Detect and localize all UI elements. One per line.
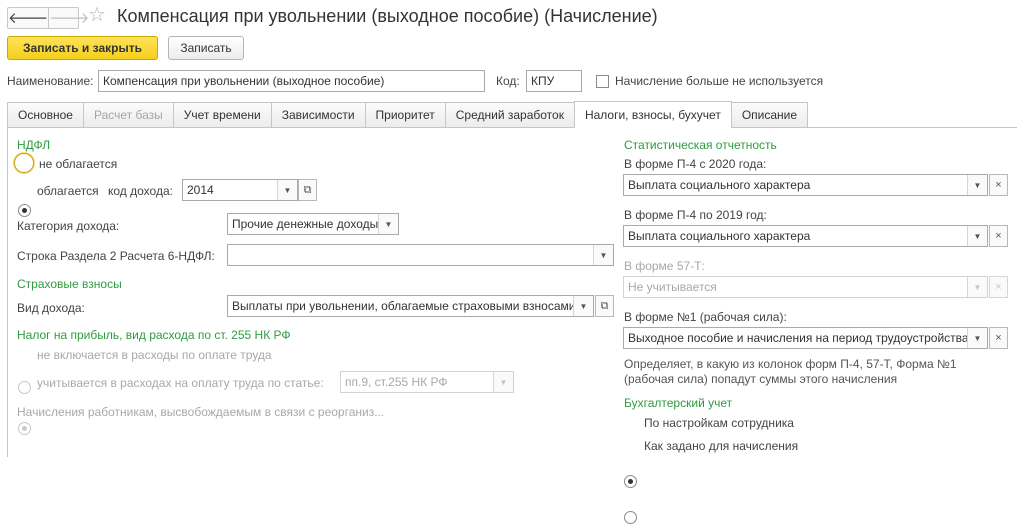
f57t-dropdown-icon[interactable]: ▼ [967, 277, 987, 297]
code-field[interactable]: КПУ [526, 70, 582, 92]
profit-tax-section-title: Налог на прибыль, вид расхода по ст. 255… [17, 328, 291, 342]
income-code-open-icon[interactable]: ⧉ [298, 179, 317, 201]
ndfl-taxed-label: облагается [37, 184, 99, 198]
name-value: Компенсация при увольнении (выходное пос… [103, 74, 385, 88]
income-category-dropdown-icon[interactable]: ▼ [378, 214, 398, 234]
name-field[interactable]: Компенсация при увольнении (выходное пос… [98, 70, 485, 92]
unused-label: Начисление больше не используется [615, 74, 824, 88]
income-category-value: Прочие денежные доходы [232, 217, 378, 231]
tab-time-accounting[interactable]: Учет времени [172, 102, 272, 127]
tab-main[interactable]: Основное [7, 102, 84, 127]
tab-taxes[interactable]: Налоги, взносы, бухучет [573, 101, 732, 128]
by-employee-label: По настройкам сотрудника [644, 416, 794, 430]
save-and-close-button[interactable]: Записать и закрыть [7, 36, 158, 60]
tab-base-calculation[interactable]: Расчет базы [82, 102, 174, 127]
insurance-section-title: Страховые взносы [17, 277, 122, 291]
income-type-open-icon[interactable]: ⧉ [595, 295, 614, 317]
included-label: учитывается в расходах на оплату труда п… [37, 376, 324, 390]
forward-arrow-icon[interactable]: 🡒 [49, 8, 89, 28]
income-type-label: Вид дохода: [17, 301, 85, 315]
expense-article-dropdown-icon[interactable]: ▼ [493, 372, 513, 392]
p4-2019-value: Выплата социального характера [628, 229, 811, 243]
code-value: КПУ [531, 74, 555, 88]
save-button[interactable]: Записать [168, 36, 244, 60]
income-code-dropdown-icon[interactable]: ▼ [277, 180, 297, 200]
p4-2019-field[interactable]: Выплата социального характера ▼ [623, 225, 988, 247]
p4-2020-dropdown-icon[interactable]: ▼ [967, 175, 987, 195]
f57t-value: Не учитывается [628, 280, 717, 294]
tab-dependencies[interactable]: Зависимости [270, 102, 366, 127]
navigation-buttons: 🡐 🡒 [7, 7, 89, 29]
expense-article-field[interactable]: пп.9, ст.255 НК РФ ▼ [340, 371, 514, 393]
p4-2020-field[interactable]: Выплата социального характера ▼ [623, 174, 988, 196]
window-title: Компенсация при увольнении (выходное пос… [117, 6, 658, 26]
unused-checkbox[interactable] [596, 75, 609, 88]
f1-label: В форме №1 (рабочая сила): [624, 310, 787, 324]
tab-bar: Основное Расчет базы Учет времени Зависи… [7, 101, 809, 128]
back-arrow-icon[interactable]: 🡐 [8, 8, 50, 28]
f57t-label: В форме 57-Т: [624, 259, 705, 273]
p4-2019-clear-icon[interactable]: × [989, 225, 1008, 247]
income-category-field[interactable]: Прочие денежные доходы ▼ [227, 213, 399, 235]
p4-2020-clear-icon[interactable]: × [989, 174, 1008, 196]
statistics-section-title: Статистическая отчетность [624, 138, 777, 152]
ndfl-not-taxed-label: не облагается [39, 157, 118, 171]
code-label: Код: [496, 74, 520, 88]
p4-2019-label: В форме П-4 по 2019 год: [624, 208, 767, 222]
row-6ndfl-field[interactable]: ▼ [227, 244, 614, 266]
ndfl-taxed-radio[interactable] [18, 204, 31, 217]
not-included-label: не включается в расходы по оплате труда [37, 348, 272, 362]
income-category-label: Категория дохода: [17, 219, 120, 233]
income-type-value: Выплаты при увольнении, облагаемые страх… [232, 299, 573, 313]
ndfl-section-title: НДФЛ [17, 138, 51, 152]
f1-field[interactable]: Выходное пособие и начисления на период … [623, 327, 988, 349]
income-code-field[interactable]: 2014 ▼ [182, 179, 298, 201]
income-type-field[interactable]: Выплаты при увольнении, облагаемые страх… [227, 295, 594, 317]
income-code-label: код дохода: [108, 184, 173, 198]
f1-dropdown-icon[interactable]: ▼ [967, 328, 987, 348]
not-included-radio[interactable] [18, 381, 31, 394]
row-6ndfl-dropdown-icon[interactable]: ▼ [593, 245, 613, 265]
by-employee-radio[interactable] [624, 475, 637, 488]
p4-2019-dropdown-icon[interactable]: ▼ [967, 226, 987, 246]
as-set-radio[interactable] [624, 511, 637, 524]
tab-average-earnings[interactable]: Средний заработок [444, 102, 575, 127]
f1-value: Выходное пособие и начисления на период … [628, 331, 967, 345]
tab-description[interactable]: Описание [730, 102, 809, 127]
tab-panel-border [7, 127, 1017, 128]
income-code-value: 2014 [187, 183, 214, 197]
accounting-section-title: Бухгалтерский учет [624, 396, 733, 410]
included-radio[interactable] [18, 422, 31, 435]
f57t-clear-icon[interactable]: × [989, 276, 1008, 298]
expense-article-description: Начисления работникам, высвобождаемым в … [17, 405, 385, 419]
p4-2020-label: В форме П-4 с 2020 года: [624, 157, 767, 171]
tab-panel-left-border [7, 127, 8, 457]
tab-priority[interactable]: Приоритет [364, 102, 446, 127]
as-set-label: Как задано для начисления [644, 439, 799, 453]
f57t-field[interactable]: Не учитывается ▼ [623, 276, 988, 298]
f1-clear-icon[interactable]: × [989, 327, 1008, 349]
income-type-dropdown-icon[interactable]: ▼ [573, 296, 593, 316]
name-label: Наименование: [7, 74, 94, 88]
ndfl-not-taxed-radio[interactable] [14, 153, 34, 173]
row-6ndfl-label: Строка Раздела 2 Расчета 6-НДФЛ: [17, 249, 215, 263]
p4-2020-value: Выплата социального характера [628, 178, 811, 192]
favorite-star-icon[interactable]: ☆ [88, 5, 106, 25]
statistics-note: Определяет, в какую из колонок форм П-4,… [624, 357, 957, 386]
expense-article-value: пп.9, ст.255 НК РФ [345, 375, 448, 389]
